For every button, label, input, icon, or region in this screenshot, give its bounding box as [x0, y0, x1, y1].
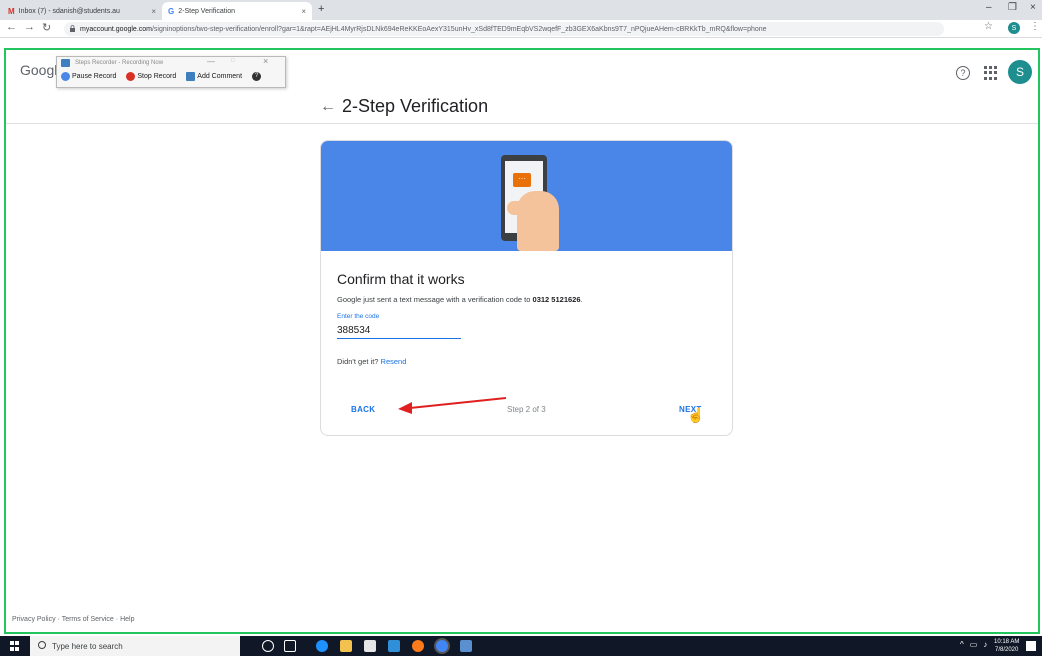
windows-taskbar: Type here to search ^ ▭ ♪ 10:18 AM 7/8/2…	[0, 636, 1042, 656]
terms-of-service-link[interactable]: Terms of Service	[62, 616, 114, 623]
steps-recorder-icon	[61, 59, 70, 67]
bookmark-star-icon[interactable]: ☆	[984, 21, 993, 32]
address-bar[interactable]: myaccount.google.com/signinoptions/two-s…	[64, 22, 944, 36]
gmail-icon: M	[8, 6, 15, 16]
page-content: Google ? S ← 2-Step Verification ··· Con…	[4, 48, 1040, 634]
steps-recorder-help-button[interactable]: ?	[250, 71, 263, 82]
taskbar-search-placeholder: Type here to search	[52, 641, 123, 651]
steps-recorder-taskbar-icon[interactable]	[460, 640, 472, 652]
browser-menu-icon[interactable]: ⋮	[1030, 21, 1040, 32]
url-domain: myaccount.google.com	[80, 25, 152, 33]
card-illustration: ···	[321, 141, 732, 251]
sr-minimize-button[interactable]: —	[207, 57, 215, 66]
steps-recorder-window: Steps Recorder - Recording Now — □ × Pau…	[56, 56, 286, 88]
page-title: 2-Step Verification	[342, 96, 489, 116]
google-favicon-icon: G	[168, 6, 175, 16]
step-indicator: Step 2 of 3	[507, 405, 546, 414]
tab-close-icon[interactable]: ×	[151, 7, 156, 16]
chrome-icon[interactable]	[436, 640, 448, 652]
account-avatar[interactable]: S	[1008, 60, 1032, 84]
network-icon[interactable]: ▭	[970, 640, 978, 649]
stop-record-button[interactable]: Stop Record	[124, 71, 178, 82]
clock-time: 10:18 AM	[994, 639, 1020, 645]
mail-icon[interactable]	[388, 640, 400, 652]
phone-number: 0312 5121626	[532, 295, 581, 304]
lock-icon	[70, 25, 75, 32]
window-close-button[interactable]: ×	[1030, 2, 1036, 13]
code-field-label: Enter the code	[337, 313, 380, 320]
pause-icon	[61, 72, 70, 81]
description-text: Google just sent a text message with a v…	[337, 295, 533, 304]
steps-recorder-title: Steps Recorder - Recording Now	[75, 60, 164, 66]
sr-maximize-button[interactable]: □	[231, 58, 235, 64]
windows-start-icon[interactable]	[10, 641, 20, 651]
task-view-icon[interactable]	[284, 640, 296, 652]
cortana-icon[interactable]	[262, 640, 274, 652]
clock-date: 7/8/2020	[995, 647, 1019, 653]
back-nav-icon[interactable]: ←	[6, 21, 17, 33]
search-icon	[38, 641, 46, 649]
card-description: Google just sent a text message with a v…	[337, 295, 583, 304]
pause-record-button[interactable]: Pause Record	[59, 71, 118, 82]
steps-recorder-titlebar: Steps Recorder - Recording Now — □ ×	[57, 56, 285, 69]
sr-close-button[interactable]: ×	[263, 56, 268, 66]
forward-nav-icon[interactable]: →	[24, 21, 35, 33]
add-comment-label: Add Comment	[197, 73, 243, 80]
store-icon[interactable]	[364, 640, 376, 652]
add-comment-button[interactable]: Add Comment	[184, 71, 244, 82]
browser-tabbar: M Inbox (7) - sdanish@students.au × G 2-…	[0, 0, 1042, 20]
back-arrow-icon[interactable]: ←	[320, 98, 336, 116]
description-end: .	[580, 295, 583, 304]
tab-2-step-verification[interactable]: G 2-Step Verification ×	[162, 2, 312, 20]
help-icon[interactable]: ?	[956, 66, 970, 80]
url-path: /signinoptions/two-step-verification/enr…	[151, 25, 767, 33]
tab-label: Inbox (7) - sdanish@students.au	[18, 7, 120, 15]
verification-code-input[interactable]	[337, 323, 461, 339]
message-icon: ···	[513, 173, 531, 187]
browser-toolbar: ← → ↻ myaccount.google.com/signinoptions…	[0, 20, 1042, 38]
stop-icon	[126, 72, 136, 81]
taskbar-clock[interactable]: 10:18 AM 7/8/2020	[994, 638, 1019, 654]
footer-separator: ·	[115, 616, 119, 623]
system-tray: ^ ▭ ♪	[960, 640, 987, 649]
card-heading: Confirm that it works	[337, 271, 465, 287]
volume-icon[interactable]: ♪	[983, 640, 987, 649]
reload-icon[interactable]: ↻	[42, 21, 51, 34]
pause-record-label: Pause Record	[72, 73, 117, 80]
annotation-arrow	[398, 397, 506, 414]
hand-cursor-icon: ☝	[687, 407, 705, 423]
browser-profile-avatar[interactable]: S	[1008, 22, 1020, 34]
edge-icon[interactable]	[316, 640, 328, 652]
hand-illustration	[517, 191, 559, 251]
restore-button[interactable]: ❐	[1008, 2, 1017, 13]
tab-close-icon[interactable]: ×	[301, 7, 306, 16]
privacy-policy-link[interactable]: Privacy Policy	[12, 616, 56, 623]
file-explorer-icon[interactable]	[340, 640, 352, 652]
footer-separator: ·	[57, 616, 60, 623]
tab-label: 2-Step Verification	[178, 7, 236, 15]
footer-links: Privacy Policy · Terms of Service · Help	[12, 616, 134, 623]
stop-record-label: Stop Record	[137, 73, 177, 80]
firefox-icon[interactable]	[412, 640, 424, 652]
resend-row: Didn't get it? Resend	[337, 357, 406, 366]
comment-icon	[186, 72, 196, 81]
tab-inbox[interactable]: M Inbox (7) - sdanish@students.au ×	[2, 2, 162, 20]
taskbar-search-box[interactable]: Type here to search	[30, 636, 240, 656]
minimize-button[interactable]: –	[986, 2, 992, 13]
new-tab-button[interactable]: +	[318, 3, 324, 15]
verification-card: ··· Confirm that it works Google just se…	[320, 140, 733, 436]
help-link[interactable]: Help	[120, 616, 134, 623]
apps-grid-icon[interactable]	[984, 66, 998, 80]
resend-prompt: Didn't get it?	[337, 357, 381, 366]
help-circle-icon: ?	[252, 72, 262, 81]
back-button[interactable]: BACK	[351, 405, 375, 414]
tray-chevron-icon[interactable]: ^	[960, 640, 964, 649]
steps-recorder-toolbar: Pause Record Stop Record Add Comment ?	[59, 71, 263, 82]
notification-center-icon[interactable]	[1026, 641, 1036, 651]
resend-link[interactable]: Resend	[381, 357, 407, 366]
